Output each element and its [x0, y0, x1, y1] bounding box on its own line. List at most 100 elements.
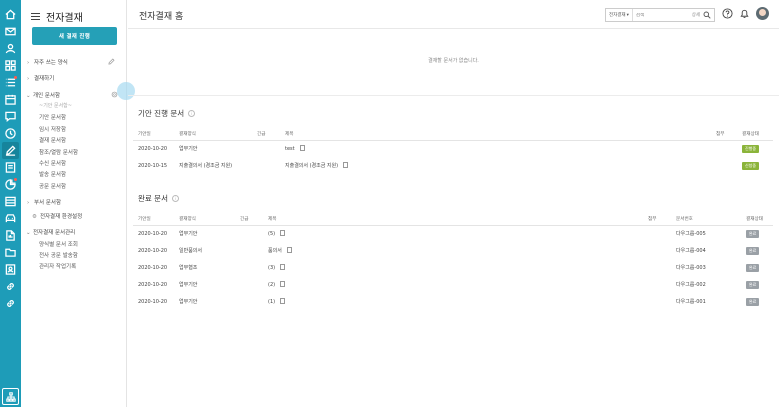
list-icon[interactable] [4, 76, 17, 89]
new-approval-button[interactable]: 새 결재 진행 [32, 27, 117, 45]
sidebar-item-approval-box[interactable]: 결재 문서함 [39, 136, 66, 144]
cell-subject[interactable]: (2) [263, 276, 643, 293]
sidebar-item-label: 개인 문서함 [33, 93, 61, 99]
col-form[interactable]: 결재양식 [174, 213, 235, 226]
cell-status: 완료 [741, 293, 773, 310]
avatar[interactable] [756, 7, 769, 20]
search-icon[interactable] [703, 11, 711, 19]
link-icon[interactable] [4, 280, 17, 293]
sidebar-item-temp-box[interactable]: 임시 저장함 [39, 125, 66, 133]
sidebar-item-sent-box[interactable]: 발송 문서함 [39, 170, 66, 178]
popup-doc-icon[interactable] [299, 145, 305, 152]
mail-icon[interactable] [4, 25, 17, 38]
popup-doc-icon[interactable] [280, 298, 286, 304]
cell-subject[interactable]: (3) [263, 259, 643, 276]
table-row[interactable]: 2020-10-20 업무기안 (2) 다우그룹-002 완료 [133, 276, 773, 293]
table-row[interactable]: 2020-10-20 업무기안 (5) 다우그룹-005 완료 [133, 225, 773, 242]
col-attach[interactable]: 첨부 [711, 128, 737, 141]
subject-link[interactable]: (3) [268, 265, 275, 271]
cell-subject[interactable]: 지출결의서 (경조금 지원) [280, 157, 711, 174]
subject-link[interactable]: test [285, 146, 295, 152]
calendar-icon[interactable] [4, 93, 17, 106]
edit-icon[interactable] [108, 58, 115, 65]
survey-icon[interactable] [4, 195, 17, 208]
cell-doc-number: 다우그룹-005 [676, 231, 706, 238]
col-subject[interactable]: 제목 [280, 128, 711, 141]
cell-date: 2020-10-20 [138, 247, 168, 254]
page-title: 전자결재 홈 [139, 12, 184, 22]
app-root: 전자결재 새 결재 진행 › 자주 쓰는 양식 › 결재하기 ⌄ 개인 문서함 ~기안… [0, 0, 779, 407]
org-chart-icon[interactable] [2, 388, 19, 405]
sidebar-item-official-box[interactable]: 공문 문서함 [39, 182, 66, 190]
col-doc-number[interactable]: 문서번호 [671, 213, 741, 226]
bell-icon[interactable] [739, 8, 750, 19]
cell-urgent [235, 242, 263, 259]
contact-icon[interactable] [4, 263, 17, 276]
sidebar-item-admin-log[interactable]: 관리자 작업기록 [39, 262, 76, 270]
sidebar-item-reference-box[interactable]: 참조/열람 문서함 [39, 148, 78, 156]
search-detail-button[interactable]: 상세 [692, 12, 703, 18]
sidebar-item-draft-box[interactable]: 기안 문서함 [39, 113, 66, 121]
folder-icon[interactable] [4, 246, 17, 259]
sidebar-item-official-sent[interactable]: 전사 공문 발송함 [39, 251, 78, 259]
sidebar-item-settings[interactable]: ⚙ 전자결재 환경설정 [32, 212, 82, 220]
popup-doc-icon[interactable] [343, 162, 349, 168]
cell-status: 신청중 [737, 157, 773, 174]
sidebar-item-form-search[interactable]: 양식별 문서 조회 [39, 240, 78, 248]
popup-doc-icon[interactable] [280, 230, 286, 237]
table-row[interactable]: 2020-10-20 업무기안 test 진행중 [133, 140, 773, 157]
sidebar-item-frequent-forms[interactable]: › 자주 쓰는 양식 [27, 58, 68, 66]
report-icon[interactable] [4, 178, 17, 191]
subject-link[interactable]: (2) [268, 282, 275, 288]
col-draft-date[interactable]: 기안일 [133, 128, 174, 141]
menu-icon[interactable] [31, 12, 40, 21]
cell-subject[interactable]: (5) [263, 225, 643, 242]
col-status[interactable]: 결재상태 [737, 128, 773, 141]
cell-date: 2020-10-20 [138, 145, 168, 152]
cell-subject[interactable]: 품의서 [263, 242, 643, 259]
document-icon[interactable] [4, 229, 17, 242]
cell-form: 지출결의서 (경조금 지원) [179, 163, 233, 169]
info-icon[interactable]: i [188, 110, 196, 117]
clock-icon[interactable] [4, 127, 17, 140]
col-urgent[interactable]: 긴급 [252, 128, 280, 141]
sidebar-item-personal-box[interactable]: ⌄ 개인 문서함 [26, 91, 60, 99]
approval-icon[interactable] [2, 142, 19, 159]
sidebar-item-approval-wait[interactable]: › 결재하기 [27, 74, 54, 82]
table-row[interactable]: 2020-10-20 일반품의서 품의서 다우그룹-004 완료 [133, 242, 773, 259]
search-input[interactable] [632, 12, 673, 18]
chat-icon[interactable] [4, 110, 17, 123]
info-icon[interactable]: i [171, 195, 179, 202]
col-urgent[interactable]: 긴급 [235, 213, 263, 226]
popup-doc-icon[interactable] [280, 281, 286, 287]
search-scope-select[interactable]: 전자결재 ▾ [606, 9, 633, 21]
col-form[interactable]: 결재양식 [174, 128, 252, 141]
popup-doc-icon[interactable] [286, 247, 292, 253]
car-icon[interactable] [4, 212, 17, 225]
sidebar-item-received-box[interactable]: 수신 문서함 [39, 159, 66, 167]
link2-icon[interactable] [4, 297, 17, 310]
board-icon[interactable] [4, 161, 17, 174]
table-row[interactable]: 2020-10-20 업무기안 (1) 다우그룹-001 완료 [133, 293, 773, 310]
home-icon[interactable] [4, 8, 17, 21]
col-status[interactable]: 결재상태 [741, 213, 773, 226]
help-icon[interactable] [722, 8, 733, 19]
table-row[interactable]: 2020-10-15 지출결의서 (경조금 지원) 지출결의서 (경조금 지원)… [133, 157, 773, 174]
col-draft-date[interactable]: 기안일 [133, 213, 174, 226]
table-row[interactable]: 2020-10-20 업무협조 (3) 다우그룹-003 완료 [133, 259, 773, 276]
grid-icon[interactable] [4, 59, 17, 72]
sidebar-item-dept-box[interactable]: › 부서 문서함 [27, 198, 61, 206]
sidebar-item-admin[interactable]: ⌄ 전자결재 문서관리 [26, 228, 75, 236]
col-attach[interactable]: 첨부 [643, 213, 671, 226]
popup-doc-icon[interactable] [280, 264, 286, 270]
cell-doc-number: 다우그룹-004 [676, 248, 706, 254]
subject-link[interactable]: (1) [268, 299, 275, 305]
cell-subject[interactable]: test [280, 140, 711, 157]
subject-link[interactable]: 품의서 [268, 248, 282, 254]
cell-attach [643, 225, 671, 242]
subject-link[interactable]: (5) [268, 231, 275, 237]
user-icon[interactable] [4, 42, 17, 55]
col-subject[interactable]: 제목 [263, 213, 643, 226]
cell-subject[interactable]: (1) [263, 293, 643, 310]
subject-link[interactable]: 지출결의서 (경조금 지원) [285, 163, 338, 169]
